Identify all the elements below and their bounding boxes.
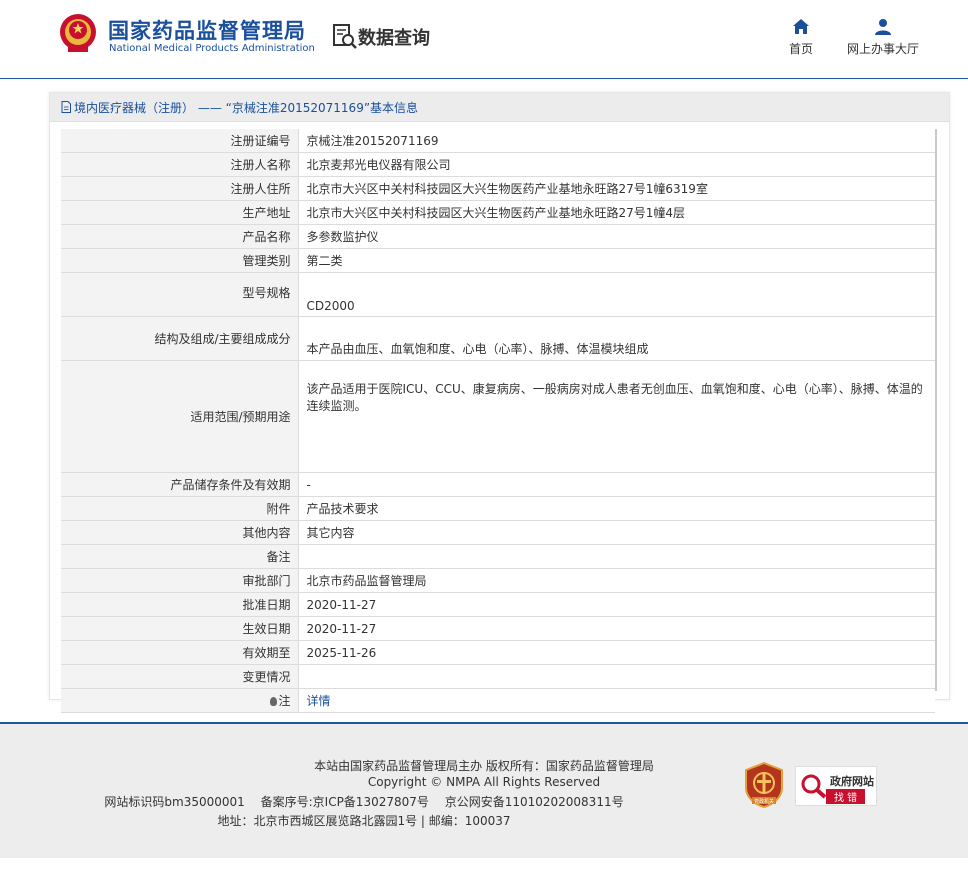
site-logo-title[interactable]: 国家药品监督管理局 <box>108 15 306 45</box>
field-label: 注 <box>278 694 291 708</box>
field-label: 附件 <box>61 496 299 521</box>
table-row: 批准日期 2020-11-27 <box>61 592 935 617</box>
gov-site-report-error-badge[interactable]: 政府网站 找 错 <box>795 766 877 806</box>
field-value: 2025-11-26 <box>298 640 935 665</box>
info-table: 注册证编号 京械注准20152071169 注册人名称 北京麦邦光电仪器有限公司… <box>61 129 935 713</box>
field-label: 注册人住所 <box>61 176 299 201</box>
site-header: 国家药品监督管理局 National Medical Products Admi… <box>0 0 968 79</box>
detail-link[interactable]: 详情 <box>307 694 331 708</box>
field-value <box>298 544 935 569</box>
field-value: 详情 <box>298 688 935 713</box>
field-value: 北京市大兴区中关村科技园区大兴生物医药产业基地永旺路27号1幢6319室 <box>298 176 935 201</box>
field-label: 批准日期 <box>61 592 299 617</box>
table-row: 结构及组成/主要组成成分 本产品由血压、血氧饱和度、心电（心率）、脉搏、体温模块… <box>61 316 935 361</box>
field-value: 该产品适用于医院ICU、CCU、康复病房、一般病房对成人患者无创血压、血氧饱和度… <box>298 360 935 473</box>
table-row: 管理类别 第二类 <box>61 248 935 273</box>
note-label-cell: 注 <box>61 688 299 713</box>
table-row: 其他内容 其它内容 <box>61 520 935 545</box>
nav-home-button[interactable]: 首页 <box>781 18 821 57</box>
party-badge-text: 党政机关 <box>754 798 774 805</box>
table-row: 附件 产品技术要求 <box>61 496 935 521</box>
field-value: CD2000 <box>298 272 935 317</box>
field-label: 审批部门 <box>61 568 299 593</box>
table-row: 备注 <box>61 544 935 569</box>
field-value: 京械注准20152071169 <box>298 129 935 153</box>
table-row: 适用范围/预期用途 该产品适用于医院ICU、CCU、康复病房、一般病房对成人患者… <box>61 360 935 473</box>
table-row: 有效期至 2025-11-26 <box>61 640 935 665</box>
document-icon <box>61 101 71 113</box>
nav-online-hall-label: 网上办事大厅 <box>846 42 919 56</box>
data-query-title: 数据查询 <box>358 28 430 49</box>
table-row: 审批部门 北京市药品监督管理局 <box>61 568 935 593</box>
field-value: 北京麦邦光电仪器有限公司 <box>298 152 935 177</box>
field-value: 本产品由血压、血氧饱和度、心电（心率）、脉搏、体温模块组成 <box>298 316 935 361</box>
field-value: 产品技术要求 <box>298 496 935 521</box>
info-table-container[interactable]: 注册证编号 京械注准20152071169 注册人名称 北京麦邦光电仪器有限公司… <box>61 129 937 713</box>
site-footer: 本站由国家药品监督管理局主办 版权所有：国家药品监督管理局 Copyright … <box>0 722 968 858</box>
user-icon <box>875 19 891 35</box>
site-logo-subtitle: National Medical Products Administration <box>109 43 315 54</box>
home-icon <box>793 19 809 34</box>
field-value: 其它内容 <box>298 520 935 545</box>
field-label: 有效期至 <box>61 640 299 665</box>
field-value: 北京市药品监督管理局 <box>298 568 935 593</box>
field-value: 北京市大兴区中关村科技园区大兴生物医药产业基地永旺路27号1幢4层 <box>298 200 935 225</box>
table-row: 注册证编号 京械注准20152071169 <box>61 129 935 153</box>
panel-title: 境内医疗器械（注册） —— “京械注准20152071169”基本信息 <box>74 101 419 115</box>
table-row: 型号规格 CD2000 <box>61 272 935 317</box>
table-row: 注 详情 <box>61 688 935 713</box>
table-row: 变更情况 <box>61 664 935 689</box>
field-value: - <box>298 472 935 497</box>
nav-home-label: 首页 <box>788 42 813 56</box>
field-label: 注册人名称 <box>61 152 299 177</box>
table-row: 产品储存条件及有效期 - <box>61 472 935 497</box>
party-gov-agency-badge-icon[interactable]: 党政机关 <box>744 762 784 808</box>
field-value: 2020-11-27 <box>298 616 935 641</box>
footer-record-numbers: 网站标识码bm35000001 备案序号:京ICP备13027807号 京公网安… <box>104 795 624 809</box>
table-row: 注册人住所 北京市大兴区中关村科技园区大兴生物医药产业基地永旺路27号1幢631… <box>61 176 935 201</box>
national-emblem-icon <box>60 14 96 52</box>
field-value: 第二类 <box>298 248 935 273</box>
field-value: 2020-11-27 <box>298 592 935 617</box>
field-label: 适用范围/预期用途 <box>61 360 299 473</box>
field-label: 管理类别 <box>61 248 299 273</box>
table-row: 产品名称 多参数监护仪 <box>61 224 935 249</box>
device-info-panel: 境内医疗器械（注册） —— “京械注准20152071169”基本信息 注册证编… <box>49 92 950 713</box>
field-label: 产品名称 <box>61 224 299 249</box>
table-row: 生效日期 2020-11-27 <box>61 616 935 641</box>
gov-site-label: 政府网站 <box>830 775 874 788</box>
footer-address: 地址：北京市西城区展览路北露园1号 | 邮编：100037 <box>217 814 511 828</box>
field-label: 生效日期 <box>61 616 299 641</box>
field-label: 结构及组成/主要组成成分 <box>61 316 299 361</box>
field-label: 备注 <box>61 544 299 569</box>
field-label: 注册证编号 <box>61 129 299 153</box>
nav-online-hall-button[interactable]: 网上办事大厅 <box>840 18 926 57</box>
data-query-icon <box>333 24 357 49</box>
report-error-label: 找 错 <box>826 789 866 804</box>
field-value <box>298 664 935 689</box>
field-label: 型号规格 <box>61 272 299 317</box>
panel-title-bar: 境内医疗器械（注册） —— “京械注准20152071169”基本信息 <box>50 93 949 122</box>
field-label: 变更情况 <box>61 664 299 689</box>
magnifier-icon <box>801 774 827 799</box>
field-label: 其他内容 <box>61 520 299 545</box>
field-label: 产品储存条件及有效期 <box>61 472 299 497</box>
lightbulb-icon <box>270 697 278 706</box>
field-label: 生产地址 <box>61 200 299 225</box>
table-row: 生产地址 北京市大兴区中关村科技园区大兴生物医药产业基地永旺路27号1幢4层 <box>61 200 935 225</box>
table-row: 注册人名称 北京麦邦光电仪器有限公司 <box>61 152 935 177</box>
field-value: 多参数监护仪 <box>298 224 935 249</box>
